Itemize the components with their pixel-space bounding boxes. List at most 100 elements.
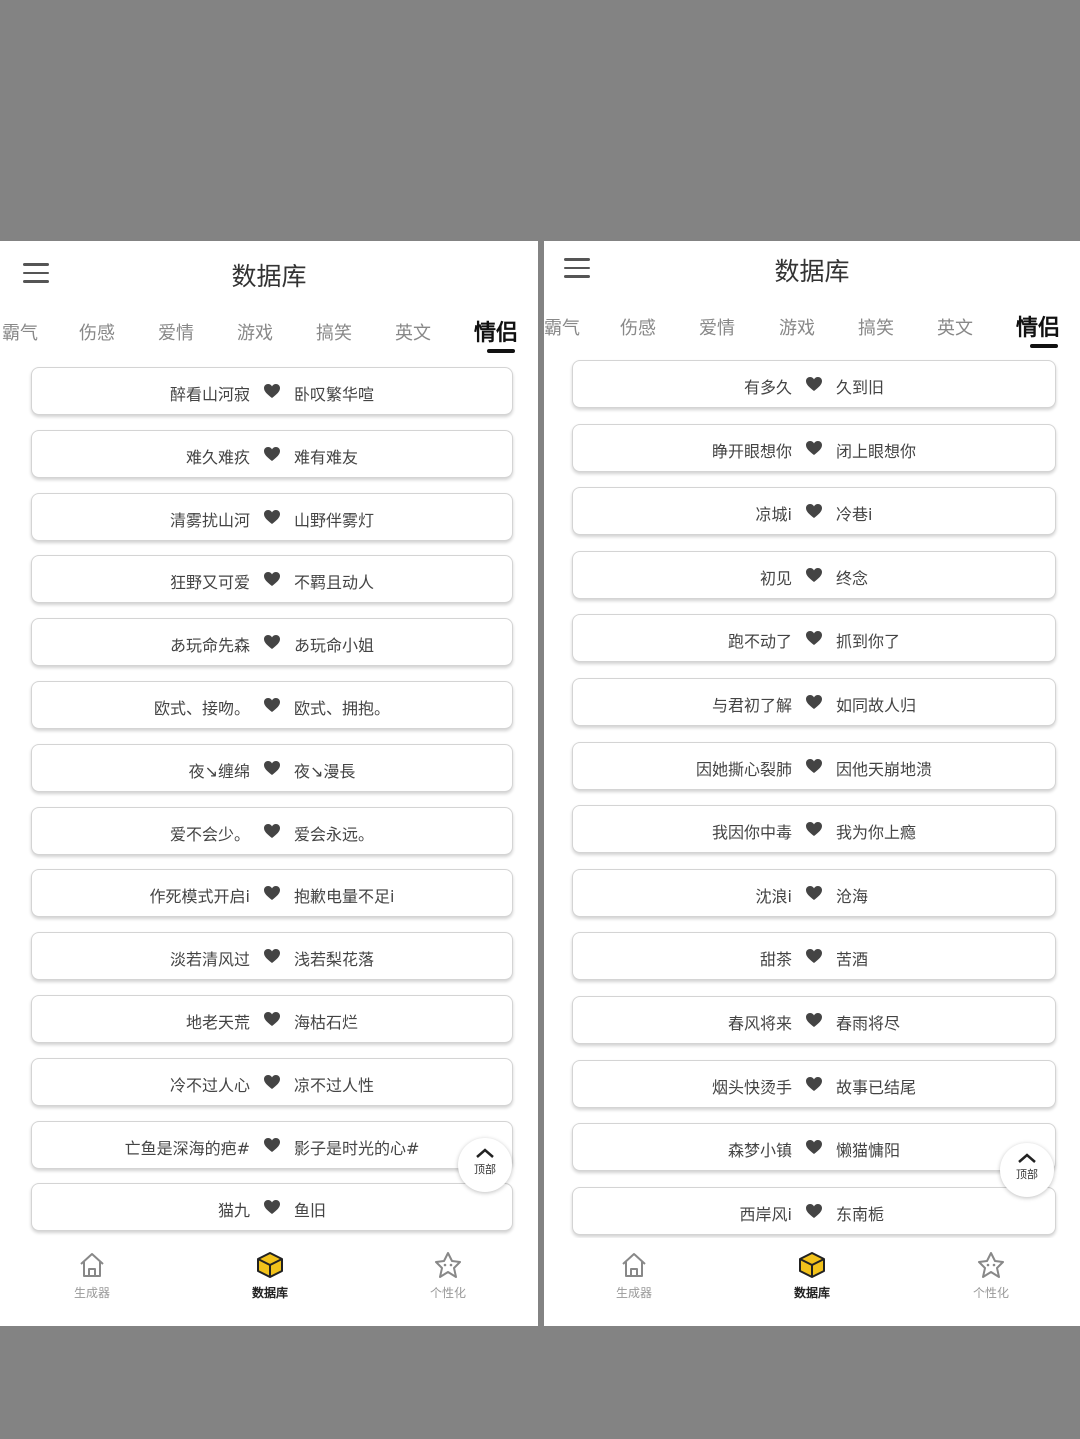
right-name: 山野伴雾灯	[294, 511, 375, 530]
name-pair-row[interactable]: 睁开眼想你 闭上眼想你	[572, 424, 1056, 472]
nav-database[interactable]: 数据库	[230, 1250, 310, 1301]
right-name: 我为你上瘾	[836, 823, 917, 842]
heart-icon	[264, 447, 280, 461]
right-name: 故事已结尾	[836, 1078, 917, 1097]
right-name: 不羁且动人	[294, 573, 375, 592]
name-pair-row[interactable]: 淡若清风过 浅若梨花落	[31, 932, 513, 980]
name-pair-row[interactable]: 狂野又可爱 不羁且动人	[31, 555, 513, 603]
heart-icon	[806, 1140, 822, 1154]
left-name: 猫九	[217, 1201, 250, 1220]
heart-icon	[264, 698, 280, 712]
tab-sad[interactable]: 伤感	[620, 314, 656, 340]
name-pair-row[interactable]: 春风将来 春雨将尽	[572, 996, 1056, 1044]
name-pair-row[interactable]: 作死模式开启i 抱歉电量不足i	[31, 869, 513, 917]
left-name: 淡若清风过	[169, 950, 250, 969]
left-name: 凉城i	[755, 505, 792, 524]
left-name: 春风将来	[727, 1014, 792, 1033]
nav-generator[interactable]: 生成器	[52, 1250, 132, 1301]
back-to-top-label: 顶部	[1016, 1168, 1038, 1181]
name-pair-row[interactable]: 亡鱼是深海的疤# 影子是时光的心#	[31, 1121, 513, 1169]
name-pair-row[interactable]: 跑不动了 抓到你了	[572, 614, 1056, 662]
bottom-nav: 生成器 数据库 个性化	[0, 1238, 538, 1326]
name-pair-row[interactable]: あ玩命先森 あ玩命小姐	[31, 618, 513, 666]
tab-game[interactable]: 游戏	[779, 314, 815, 340]
back-to-top-button[interactable]: 顶部	[1000, 1143, 1054, 1197]
name-pair-row[interactable]: 西岸风i 东南栀	[572, 1187, 1056, 1235]
right-name: 卧叹繁华喧	[294, 385, 375, 404]
name-pair-row[interactable]: 冷不过人心 凉不过人性	[31, 1058, 513, 1106]
name-pair-row[interactable]: 难久难疚 难有难友	[31, 430, 513, 478]
tab-game[interactable]: 游戏	[237, 319, 273, 345]
tab-love[interactable]: 爱情	[699, 314, 735, 340]
nav-database[interactable]: 数据库	[772, 1250, 852, 1301]
name-pair-row[interactable]: 醉看山河寂 卧叹繁华喧	[31, 367, 513, 415]
name-pair-row[interactable]: 欧式、接吻。 欧式、拥抱。	[31, 681, 513, 729]
nav-personalize[interactable]: 个性化	[408, 1250, 488, 1301]
tab-domineering[interactable]: 霸气	[2, 319, 38, 345]
tab-love[interactable]: 爱情	[158, 319, 194, 345]
screen-right: 数据库 霸气 伤感 爱情 游戏 搞笑 英文 情侣 有多久 久到旧 睁开眼想你 闭上眼想…	[544, 241, 1080, 1326]
top-bar: 数据库	[0, 241, 538, 305]
name-pair-row[interactable]: 甜茶 苦酒	[572, 932, 1056, 980]
heart-icon	[806, 1077, 822, 1091]
left-name: 狂野又可爱	[169, 573, 250, 592]
heart-icon	[806, 377, 822, 391]
bottom-nav: 生成器 数据库 个性化	[544, 1238, 1080, 1326]
heart-icon	[264, 824, 280, 838]
star-face-icon	[978, 1252, 1004, 1278]
right-name: 冷巷i	[836, 505, 873, 524]
right-name: 终念	[836, 569, 869, 588]
name-pair-row[interactable]: 森梦小镇 懒猫慵阳	[572, 1123, 1056, 1171]
heart-icon	[806, 1204, 822, 1218]
right-name: 海枯石烂	[294, 1013, 359, 1032]
nav-generator[interactable]: 生成器	[594, 1250, 674, 1301]
name-pair-row[interactable]: 清雾扰山河 山野伴雾灯	[31, 493, 513, 541]
left-name: 初见	[759, 569, 792, 588]
cube-icon	[257, 1252, 283, 1278]
heart-icon	[806, 695, 822, 709]
back-to-top-button[interactable]: 顶部	[458, 1138, 512, 1192]
name-pair-row[interactable]: 烟头快烫手 故事已结尾	[572, 1060, 1056, 1108]
home-icon	[80, 1253, 104, 1277]
nav-personalize[interactable]: 个性化	[951, 1250, 1031, 1301]
right-name: 因他天崩地溃	[836, 760, 933, 779]
name-pair-row[interactable]: 与君初了解 如同故人归	[572, 678, 1056, 726]
name-pair-row[interactable]: 沈浪i 沧海	[572, 869, 1056, 917]
home-icon	[622, 1253, 646, 1277]
right-name: 难有难友	[294, 448, 359, 467]
heart-icon	[264, 1200, 280, 1214]
heart-icon	[264, 949, 280, 963]
heart-icon	[806, 504, 822, 518]
heart-icon	[806, 822, 822, 836]
tab-english[interactable]: 英文	[937, 314, 973, 340]
tab-funny[interactable]: 搞笑	[858, 314, 894, 340]
left-name: 我因你中毒	[711, 823, 792, 842]
heart-icon	[806, 949, 822, 963]
tab-funny[interactable]: 搞笑	[316, 319, 352, 345]
name-pair-row[interactable]: 有多久 久到旧	[572, 360, 1056, 408]
tab-domineering[interactable]: 霸气	[544, 314, 580, 340]
tab-couple[interactable]: 情侣	[474, 315, 518, 347]
name-pair-row[interactable]: 爱不会少。 爱会永远。	[31, 807, 513, 855]
chevron-up-icon	[476, 1148, 494, 1158]
name-pair-row[interactable]: 凉城i 冷巷i	[572, 487, 1056, 535]
left-name: 作死模式开启i	[149, 887, 250, 906]
name-pair-row[interactable]: 因她撕心裂肺 因他天崩地溃	[572, 742, 1056, 790]
tab-english[interactable]: 英文	[395, 319, 431, 345]
name-pair-row[interactable]: 我因你中毒 我为你上瘾	[572, 805, 1056, 853]
tab-couple[interactable]: 情侣	[1016, 310, 1060, 342]
left-name: 睁开眼想你	[711, 442, 792, 461]
name-pair-row[interactable]: 猫九 鱼旧	[31, 1183, 513, 1231]
left-name: 甜茶	[759, 950, 792, 969]
heart-icon	[264, 635, 280, 649]
right-name: 鱼旧	[294, 1201, 327, 1220]
right-name: あ玩命小姐	[294, 636, 375, 655]
left-name: 与君初了解	[711, 696, 792, 715]
left-name: 夜↘缠绵	[188, 762, 250, 781]
name-pair-row[interactable]: 地老天荒 海枯石烂	[31, 995, 513, 1043]
heart-icon	[806, 441, 822, 455]
left-name: 爱不会少。	[169, 825, 250, 844]
tab-sad[interactable]: 伤感	[79, 319, 115, 345]
name-pair-row[interactable]: 初见 终念	[572, 551, 1056, 599]
name-pair-row[interactable]: 夜↘缠绵 夜↘漫長	[31, 744, 513, 792]
